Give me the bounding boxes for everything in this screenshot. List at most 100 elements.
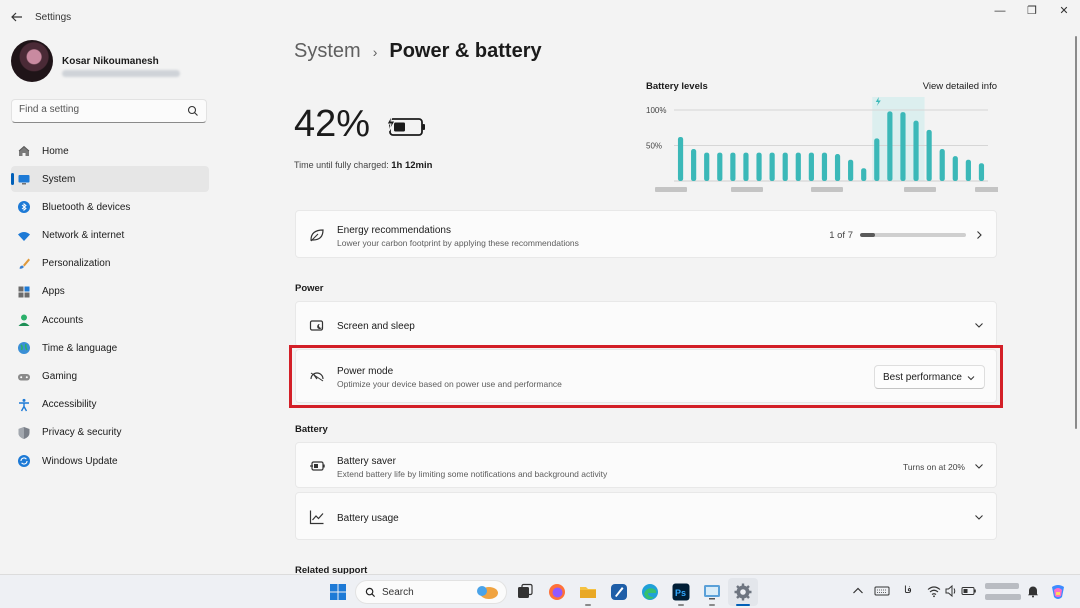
avatar [11,40,53,82]
sidebar-item-label: Accessibility [42,399,97,411]
chart-bar [848,159,854,181]
chart-bar [887,111,893,181]
power-mode-dropdown[interactable]: Best performance [874,365,985,389]
screen-sleep-card[interactable]: Screen and sleep [295,301,997,347]
chart-bar [677,136,684,181]
profile-email-blurred [62,70,180,77]
minimize-button[interactable]: — [984,0,1016,22]
sidebar-item-bluetooth[interactable]: Bluetooth & devices [11,194,209,220]
chart-bar [952,156,958,181]
section-label-power: Power [295,283,324,294]
clock-time-blurred [985,583,1019,589]
windows-start-icon[interactable] [328,582,348,602]
chevron-down-icon[interactable] [974,461,984,471]
sidebar-item-accessibility[interactable]: Accessibility [11,392,209,418]
search-highlight-icon [477,586,498,599]
leaf-icon [310,229,324,242]
chart-bar [717,152,723,181]
breadcrumb-parent[interactable]: System [294,40,361,63]
page-title: Power & battery [389,40,542,62]
chevron-right-icon[interactable] [974,230,984,240]
sidebar-item-label: Accounts [42,314,84,326]
pen-app-icon[interactable] [609,582,629,602]
sidebar-item-accounts[interactable]: Accounts [11,307,209,333]
y-tick-label: 100% [646,106,666,115]
sidebar-item-windows-update[interactable]: Windows Update [11,448,209,474]
chart-line-icon [309,510,324,525]
card-title: Power mode [337,366,394,377]
battery-usage-card[interactable]: Battery usage [295,492,997,540]
battery-charging-icon [386,114,425,136]
task-view-icon[interactable] [515,582,535,602]
sidebar-item-apps[interactable]: Apps [11,279,209,305]
restore-button[interactable]: ❐ [1016,0,1048,22]
card-subtitle: Optimize your device based on power use … [337,379,562,389]
chevron-down-icon[interactable] [974,512,984,522]
chart-bar [704,152,710,181]
recommendation-progress-text: 1 of 7 [829,230,853,241]
sidebar-item-label: Home [42,145,69,157]
chart-bar [978,163,985,181]
chevron-down-icon[interactable] [974,320,984,330]
taskbar-clock[interactable] [985,581,1021,600]
settings-gear-icon[interactable] [733,582,753,602]
taskbar: Search Ps فا [0,574,1080,608]
taskbar-search[interactable]: Search [355,580,507,604]
card-title: Energy recommendations [337,225,451,236]
language-indicator[interactable]: فا [904,585,912,596]
card-title: Battery usage [337,513,399,524]
notification-bell-icon[interactable] [1026,584,1040,598]
sidebar-item-label: System [42,173,76,185]
energy-recommendations-card[interactable]: Energy recommendations Lower your carbon… [295,210,997,258]
chart-title: Battery levels [646,81,708,92]
y-tick-label: 50% [646,142,662,151]
battery-saver-icon [310,461,325,471]
wifi-icon[interactable] [927,584,941,598]
bluetooth-icon [18,201,30,214]
brush-icon [19,258,30,269]
person-icon [18,314,30,327]
view-detailed-info-link[interactable]: View detailed info [923,81,997,92]
back-arrow-icon[interactable] [8,9,26,27]
photoshop-icon[interactable]: Ps [671,582,691,602]
apps-icon [18,286,30,298]
sidebar-item-time-language[interactable]: Time & language [11,335,209,361]
battery-icon[interactable] [961,584,977,598]
sidebar-item-label: Time & language [42,342,118,354]
keyboard-icon[interactable] [874,584,890,598]
home-icon [18,145,30,156]
battery-saver-card[interactable]: Battery saver Extend battery life by lim… [295,442,997,488]
sidebar-item-privacy-security[interactable]: Privacy & security [11,420,209,446]
sidebar-item-label: Personalization [42,258,111,270]
file-explorer-icon[interactable] [578,582,598,602]
scrollbar[interactable] [1075,36,1077,429]
edge-icon[interactable] [640,582,660,602]
chart-bar [743,152,749,181]
copilot-icon[interactable] [1048,582,1068,602]
chart-bar [821,152,828,181]
search-box[interactable] [11,99,207,123]
taskbar-search-label: Search [382,587,414,598]
user-profile[interactable]: Kosar Nikoumanesh [11,40,211,84]
globe-icon [18,342,30,355]
search-icon[interactable] [187,105,199,117]
card-subtitle: Lower your carbon footprint by applying … [337,238,579,248]
chevron-up-icon[interactable] [851,584,865,598]
search-input[interactable] [19,104,179,115]
remote-desktop-icon[interactable] [702,582,722,602]
accessibility-icon [19,398,29,412]
firefox-icon[interactable] [547,582,567,602]
chart-bar [730,152,736,181]
sidebar-item-system[interactable]: System [11,166,209,193]
chart-bar [939,149,945,181]
chart-bar [808,152,814,181]
system-icon [18,175,30,185]
power-mode-card: Power mode Optimize your device based on… [295,349,997,403]
sidebar-item-gaming[interactable]: Gaming [11,364,209,390]
sidebar-item-personalization[interactable]: Personalization [11,251,209,277]
sidebar-item-network[interactable]: Network & internet [11,223,209,249]
volume-icon[interactable] [944,584,958,598]
chart-bar [874,138,880,181]
sidebar-item-home[interactable]: Home [11,138,209,164]
close-button[interactable]: ✕ [1048,0,1080,22]
